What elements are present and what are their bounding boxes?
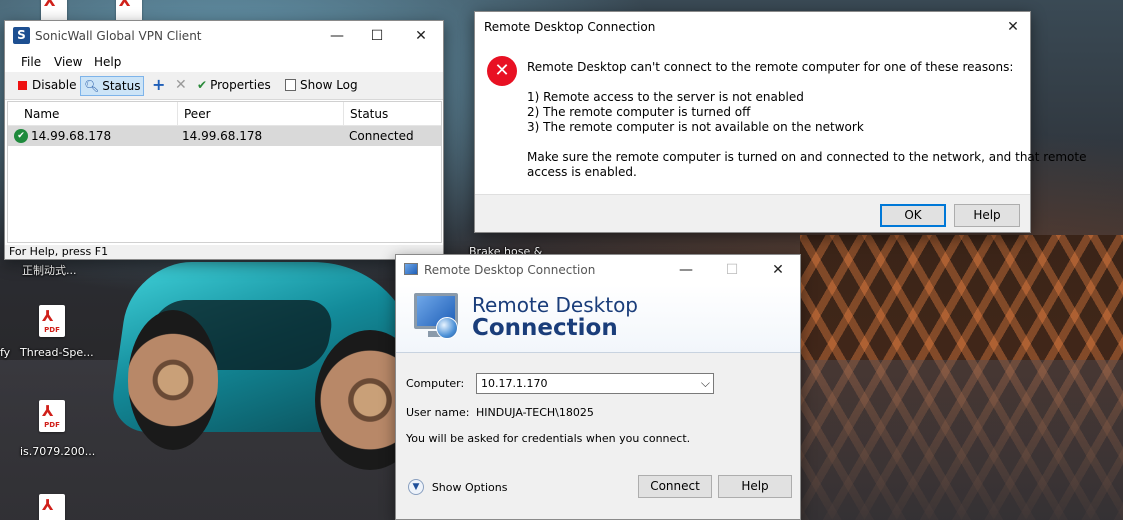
column-status[interactable]: Status <box>344 102 441 126</box>
menu-file[interactable]: File <box>21 55 41 69</box>
vpn-client-window: S SonicWall Global VPN Client — ☐ ✕ File… <box>4 20 444 260</box>
banner-title-line1: Remote Desktop <box>472 293 639 317</box>
maximize-icon: ☐ <box>725 262 739 278</box>
advice-text: access is enabled. <box>527 165 637 179</box>
wallpaper-car-wheel <box>128 310 218 450</box>
banner-title-line2: Connection <box>472 315 618 341</box>
minimize-icon[interactable]: — <box>317 21 357 51</box>
maximize-icon[interactable]: ☐ <box>357 21 397 51</box>
status-bar: For Help, press F1 <box>5 245 443 259</box>
window-title: SonicWall Global VPN Client <box>35 29 202 43</box>
row-status: Connected <box>349 129 414 143</box>
desktop-icon-label[interactable]: 正制动式... <box>22 262 77 278</box>
disable-label: Disable <box>32 78 77 92</box>
magnifier-icon: 🔍︎ <box>84 79 100 93</box>
sonicwall-app-icon: S <box>13 27 30 44</box>
rdc-window: Remote Desktop Connection — ☐ ✕ Remote D… <box>395 254 801 520</box>
desktop-pdf-icon[interactable]: ⅄ <box>116 0 142 22</box>
reason-item: 2) The remote computer is turned off <box>527 105 751 119</box>
chevron-down-icon[interactable]: ⌵ <box>701 374 710 393</box>
computer-combo[interactable]: 10.17.1.170 ⌵ <box>476 373 714 394</box>
toolbar: Disable 🔍︎ Status + ✕ ✔ Properties Show Lo… <box>5 72 443 100</box>
computer-value: 10.17.1.170 <box>481 377 548 390</box>
error-body: ✕ Remote Desktop can't connect to the re… <box>475 42 1086 194</box>
status-button[interactable]: 🔍︎ Status <box>80 76 145 96</box>
error-titlebar[interactable]: Remote Desktop Connection ✕ <box>475 12 1030 42</box>
delete-icon[interactable]: ✕ <box>172 76 190 96</box>
username-label: User name: <box>406 406 470 419</box>
reason-item: 1) Remote access to the server is not en… <box>527 90 804 104</box>
desktop-pdf-icon[interactable]: ⅄ PDF <box>39 305 65 337</box>
show-log-button[interactable]: Show Log <box>282 76 361 96</box>
help-button[interactable]: Help <box>718 475 792 498</box>
desktop-icon-label[interactable]: is.7079.200... <box>20 445 95 458</box>
rdc-app-icon <box>404 263 418 275</box>
close-icon[interactable]: ✕ <box>996 12 1030 42</box>
stop-icon <box>18 81 27 90</box>
close-icon[interactable]: ✕ <box>758 255 798 285</box>
window-title: Remote Desktop Connection <box>424 263 596 277</box>
minimize-icon[interactable]: — <box>666 255 706 285</box>
add-icon[interactable]: + <box>149 76 168 96</box>
menu-help[interactable]: Help <box>94 55 121 69</box>
computer-label: Computer: <box>406 377 465 390</box>
show-options-toggle[interactable]: ▼ Show Options <box>408 479 507 497</box>
connected-check-icon: ✔ <box>14 129 28 143</box>
table-row[interactable]: ✔ 14.99.68.178 14.99.68.178 Connected <box>8 126 441 146</box>
error-icon: ✕ <box>487 56 517 86</box>
desktop-icon-label-partial: fy <box>0 346 11 359</box>
properties-button[interactable]: ✔ Properties <box>194 76 274 96</box>
disable-button[interactable]: Disable <box>15 76 80 96</box>
desktop-pdf-icon[interactable]: ⅄ PDF <box>39 400 65 432</box>
checkmark-icon: ✔ <box>197 78 208 92</box>
close-icon[interactable]: ✕ <box>401 21 441 51</box>
menu-view[interactable]: View <box>54 55 82 69</box>
status-label: Status <box>102 79 141 93</box>
expand-chevron-icon: ▼ <box>408 479 424 495</box>
rdc-error-dialog: Remote Desktop Connection ✕ ✕ Remote Des… <box>474 11 1086 233</box>
dialog-title: Remote Desktop Connection <box>484 20 656 34</box>
ok-button[interactable]: OK <box>880 204 946 227</box>
advice-text: Make sure the remote computer is turned … <box>527 150 1087 164</box>
list-header: Name Peer Status <box>8 102 441 126</box>
username-value: HINDUJA-TECH\18025 <box>476 406 594 419</box>
menu-bar: File View Help <box>5 52 443 72</box>
reason-item: 3) The remote computer is not available … <box>527 120 864 134</box>
credentials-note: You will be asked for credentials when y… <box>406 432 691 445</box>
error-message: Remote Desktop can't connect to the remo… <box>527 60 1014 74</box>
rdc-banner: Remote Desktop Connection <box>396 285 800 353</box>
column-peer[interactable]: Peer <box>178 102 344 126</box>
log-icon <box>285 79 296 91</box>
show-options-label: Show Options <box>431 480 508 494</box>
help-button[interactable]: Help <box>954 204 1020 227</box>
desktop-pdf-icon[interactable]: ⅄ <box>39 494 65 520</box>
connections-list: Name Peer Status ✔ 14.99.68.178 14.99.68… <box>7 101 442 243</box>
desktop-pdf-icon[interactable]: ⅄ <box>41 0 67 22</box>
properties-label: Properties <box>210 78 271 92</box>
row-name: 14.99.68.178 <box>31 129 112 143</box>
row-peer: 14.99.68.178 <box>182 129 263 143</box>
desktop-icon-label[interactable]: Thread-Spe... <box>20 346 94 359</box>
rdc-titlebar[interactable]: Remote Desktop Connection — ☐ ✕ <box>396 255 800 285</box>
column-name[interactable]: Name <box>18 102 178 126</box>
connection-globe-icon <box>436 317 458 339</box>
show-log-label: Show Log <box>300 78 358 92</box>
connect-button[interactable]: Connect <box>638 475 712 498</box>
vpn-titlebar[interactable]: S SonicWall Global VPN Client — ☐ ✕ <box>5 21 443 51</box>
dialog-footer: OK Help <box>475 194 1030 232</box>
